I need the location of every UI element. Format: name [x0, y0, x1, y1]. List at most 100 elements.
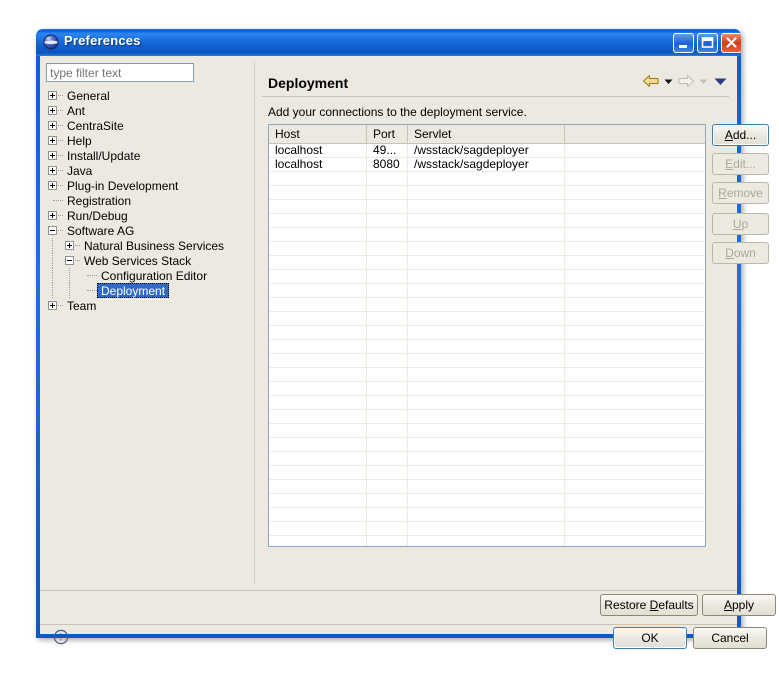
- tree-expand-plus-icon[interactable]: [46, 133, 63, 148]
- tree-guide-line: [58, 125, 63, 127]
- table-empty-row[interactable]: [269, 298, 705, 312]
- tree-item-label: General: [67, 89, 110, 103]
- table-cell: [408, 228, 565, 241]
- table-cell: /wsstack/sagdeployer: [408, 158, 565, 171]
- table-empty-row[interactable]: [269, 200, 705, 214]
- tree-expand-plus-icon[interactable]: [46, 208, 63, 223]
- table-body[interactable]: localhost 49.../wsstack/sagdeployer localh…: [269, 144, 705, 546]
- table-row[interactable]: localhost 49.../wsstack/sagdeployer: [269, 144, 705, 158]
- table-empty-row[interactable]: [269, 424, 705, 438]
- window-titlebar[interactable]: Preferences: [36, 29, 741, 56]
- restore-defaults-button[interactable]: Restore Defaults: [600, 594, 698, 616]
- page-menu-chevron-down-icon[interactable]: [711, 72, 729, 90]
- tree-item-ant[interactable]: Ant: [46, 103, 251, 118]
- table-cell: [367, 368, 408, 381]
- tree-item-natural-business-services[interactable]: Natural Business Services: [46, 238, 251, 253]
- table-empty-row[interactable]: [269, 172, 705, 186]
- tree-item-deployment[interactable]: Deployment: [46, 283, 251, 298]
- help-question-icon[interactable]: ?: [53, 629, 69, 645]
- back-history-chevron-down-icon[interactable]: [663, 72, 674, 90]
- tree-expand-plus-icon[interactable]: [46, 103, 63, 118]
- minimize-button[interactable]: [673, 33, 694, 53]
- tree-expand-plus-icon[interactable]: [46, 88, 63, 103]
- tree-toggle-bar: [52, 183, 53, 188]
- table-cell: [408, 368, 565, 381]
- table-empty-row[interactable]: [269, 284, 705, 298]
- tree-item-general[interactable]: General: [46, 88, 251, 103]
- button-label: Up: [732, 217, 749, 231]
- tree-collapse-minus-icon[interactable]: [63, 253, 80, 268]
- table-empty-row[interactable]: [269, 536, 705, 546]
- table-empty-row[interactable]: [269, 508, 705, 522]
- tree-item-plug-in-development[interactable]: Plug-in Development: [46, 178, 251, 193]
- table-empty-row[interactable]: [269, 522, 705, 536]
- table-cell: [367, 354, 408, 367]
- preference-tree[interactable]: General Ant CentraSite Help Install/Update Ja…: [46, 88, 251, 582]
- table-empty-row[interactable]: [269, 228, 705, 242]
- tree-expand-plus-icon[interactable]: [63, 238, 80, 253]
- tree-item-help[interactable]: Help: [46, 133, 251, 148]
- tree-item-java[interactable]: Java: [46, 163, 251, 178]
- table-cell: [367, 284, 408, 297]
- maximize-button[interactable]: [697, 33, 718, 53]
- table-empty-row[interactable]: [269, 466, 705, 480]
- table-empty-row[interactable]: [269, 214, 705, 228]
- tree-expand-plus-icon[interactable]: [46, 118, 63, 133]
- apply-button[interactable]: Apply: [702, 594, 776, 616]
- table-empty-row[interactable]: [269, 410, 705, 424]
- tree-expand-plus-icon[interactable]: [46, 163, 63, 178]
- table-column-header[interactable]: Servlet: [408, 125, 565, 143]
- table-empty-row[interactable]: [269, 438, 705, 452]
- table-cell: [367, 438, 408, 451]
- table-empty-row[interactable]: [269, 382, 705, 396]
- sash-divider[interactable]: [254, 61, 259, 584]
- table-empty-row[interactable]: [269, 242, 705, 256]
- table-cell: [367, 410, 408, 423]
- table-empty-row[interactable]: [269, 368, 705, 382]
- table-empty-row[interactable]: [269, 340, 705, 354]
- ok-button[interactable]: OK: [613, 627, 687, 649]
- tree-guide-line: [69, 283, 71, 298]
- table-row[interactable]: localhost 8080/wsstack/sagdeployer: [269, 158, 705, 172]
- tree-indent: [46, 283, 63, 298]
- table-cell: [269, 340, 367, 353]
- tree-collapse-minus-icon[interactable]: [46, 223, 63, 238]
- close-button[interactable]: [721, 33, 741, 53]
- tree-item-label: Run/Debug: [67, 209, 128, 223]
- table-empty-row[interactable]: [269, 270, 705, 284]
- tree-expand-plus-icon[interactable]: [46, 148, 63, 163]
- table-empty-row[interactable]: [269, 256, 705, 270]
- tree-expand-plus-icon[interactable]: [46, 178, 63, 193]
- table-cell: [408, 200, 565, 213]
- table-column-header[interactable]: Port: [367, 125, 408, 143]
- tree-item-install-update[interactable]: Install/Update: [46, 148, 251, 163]
- table-empty-row[interactable]: [269, 354, 705, 368]
- tree-item-label: Registration: [67, 194, 132, 208]
- tree-toggle-bar: [52, 138, 53, 143]
- table-cell: [367, 214, 408, 227]
- tree-item-team[interactable]: Team: [46, 298, 251, 313]
- tree-item-registration[interactable]: Registration: [46, 193, 251, 208]
- table-empty-row[interactable]: [269, 396, 705, 410]
- connections-table[interactable]: Host Port Servlet localhost 49.../wsstack/s…: [268, 124, 706, 547]
- table-empty-row[interactable]: [269, 452, 705, 466]
- tree-item-configuration-editor[interactable]: Configuration Editor: [46, 268, 251, 283]
- add-button[interactable]: Add...: [712, 124, 769, 146]
- table-empty-row[interactable]: [269, 312, 705, 326]
- cancel-button[interactable]: Cancel: [693, 627, 767, 649]
- tree-item-run-debug[interactable]: Run/Debug: [46, 208, 251, 223]
- tree-item-centrasite[interactable]: CentraSite: [46, 118, 251, 133]
- back-arrow-icon[interactable]: [641, 72, 661, 90]
- tree-expand-plus-icon[interactable]: [46, 298, 63, 313]
- tree-item-label: Natural Business Services: [84, 239, 225, 253]
- filter-input[interactable]: [46, 63, 194, 82]
- table-empty-row[interactable]: [269, 186, 705, 200]
- tree-item-web-services-stack[interactable]: Web Services Stack: [46, 253, 251, 268]
- table-empty-row[interactable]: [269, 494, 705, 508]
- table-empty-row[interactable]: [269, 326, 705, 340]
- table-column-header[interactable]: Host: [269, 125, 367, 143]
- table-empty-row[interactable]: [269, 480, 705, 494]
- tree-item-software-ag[interactable]: Software AG: [46, 223, 251, 238]
- tree-item-label: Team: [67, 299, 97, 313]
- table-column-header[interactable]: [565, 125, 705, 143]
